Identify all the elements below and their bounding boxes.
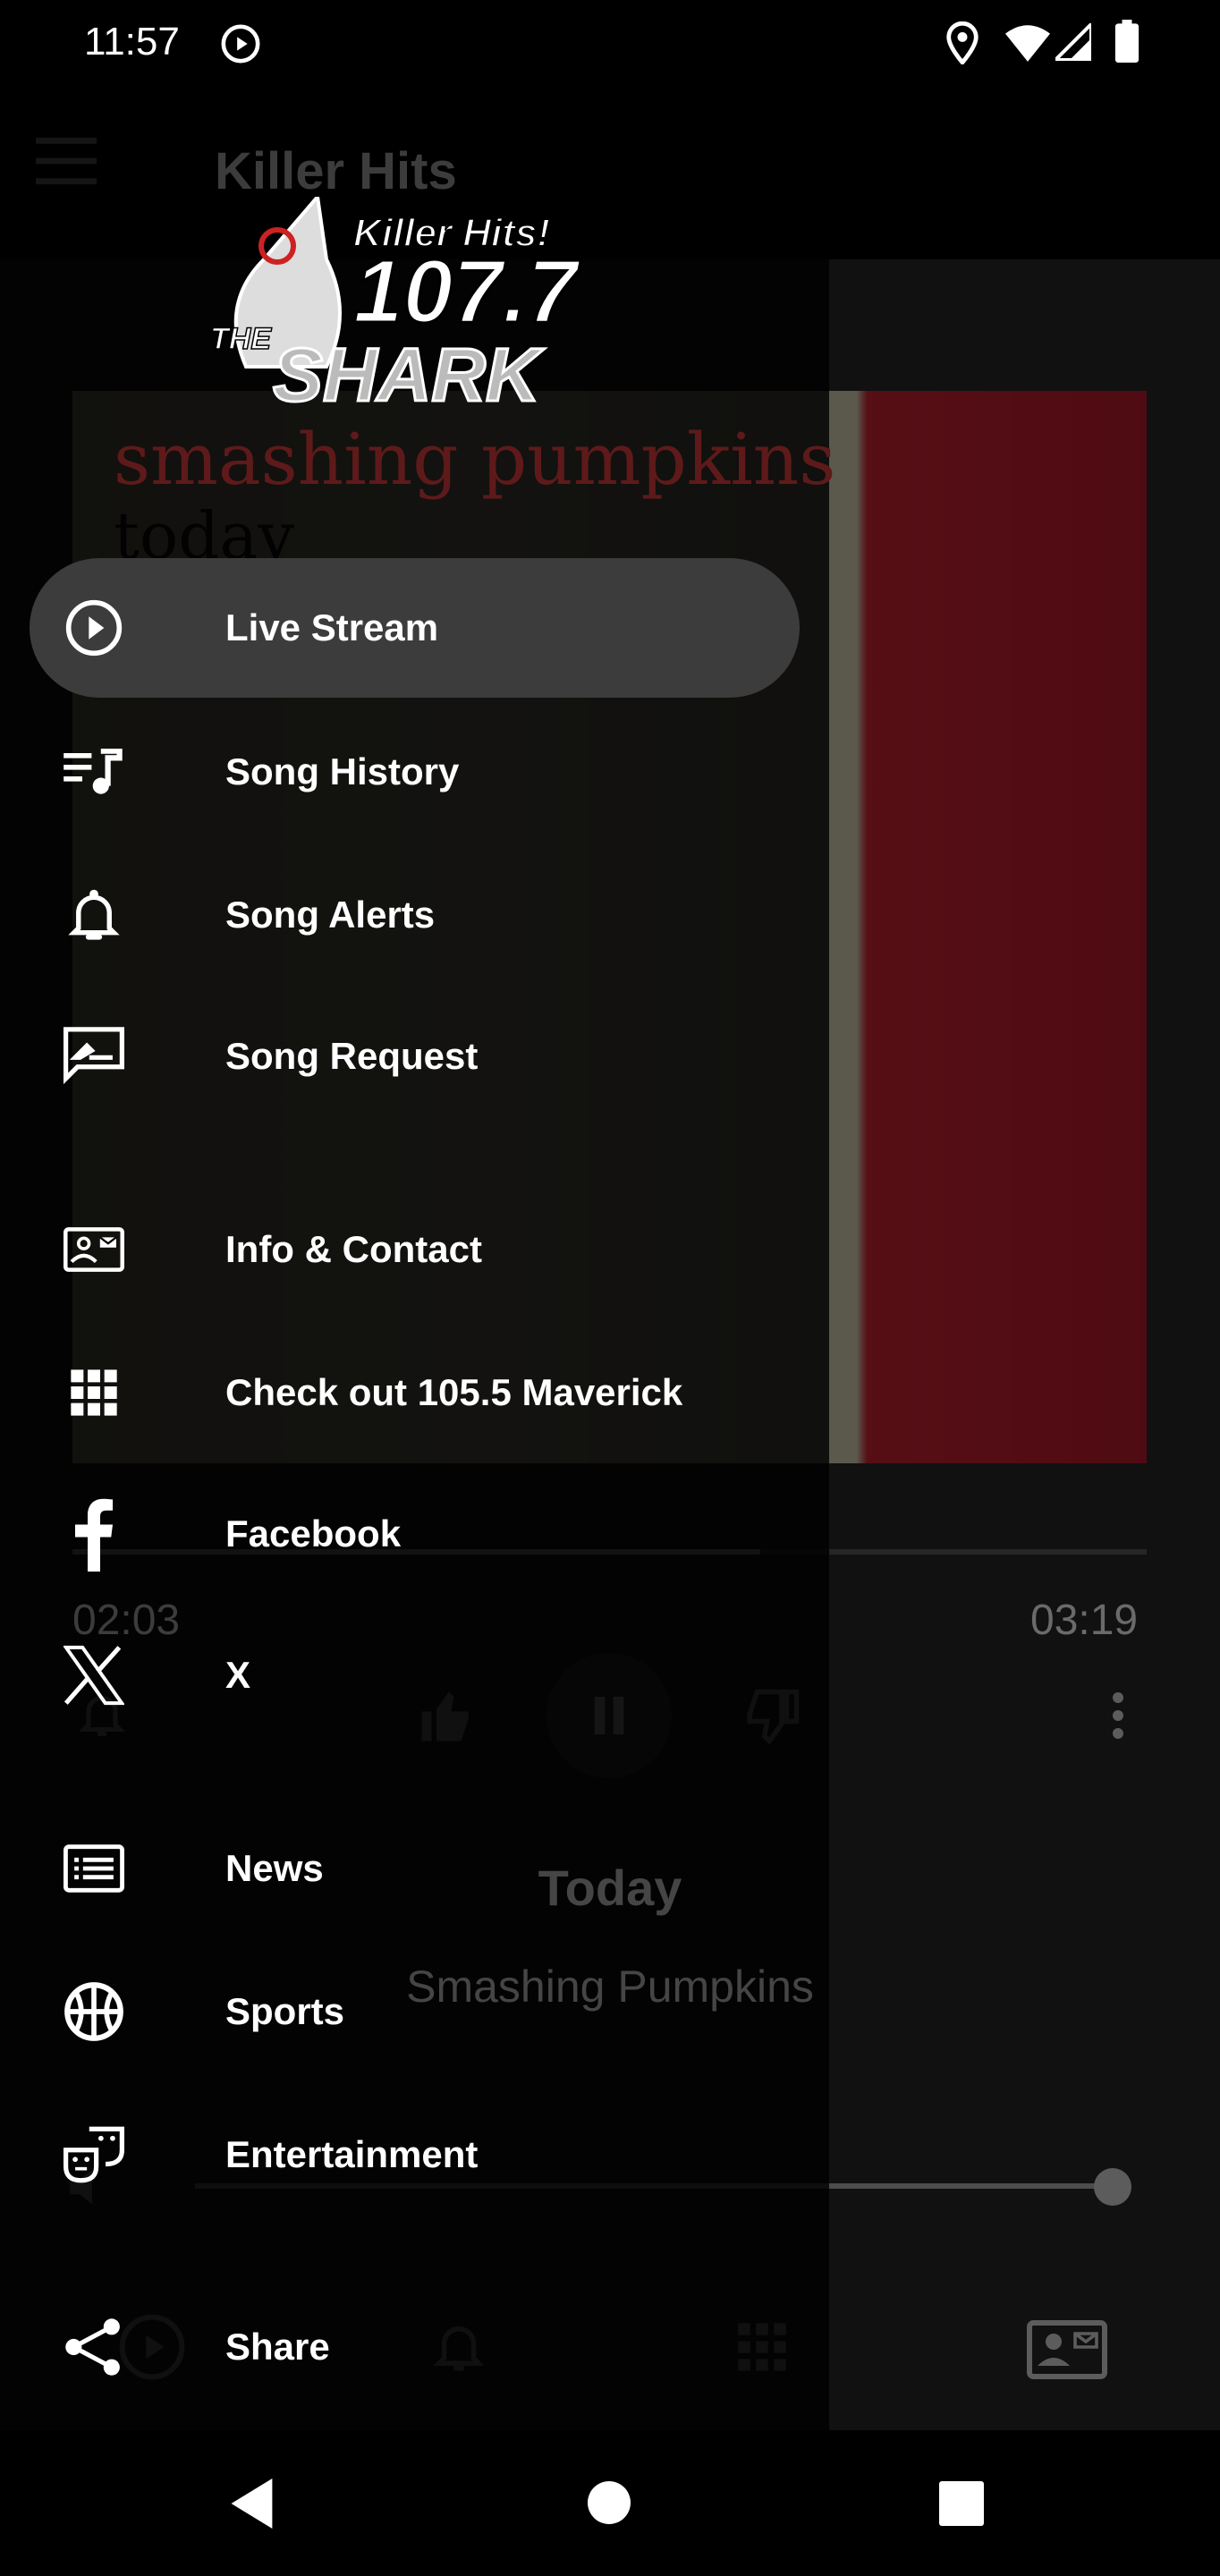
rate-review-icon xyxy=(64,1026,124,1087)
battery-icon xyxy=(1114,20,1140,63)
contact-mail-icon xyxy=(64,1219,124,1280)
home-icon[interactable] xyxy=(588,2481,631,2524)
drawer-item-x[interactable]: X xyxy=(30,1606,800,1745)
theater-masks-icon xyxy=(64,2124,124,2185)
drawer-item-label: X xyxy=(225,1654,251,1696)
drawer-item-label: News xyxy=(225,1847,324,1889)
recents-icon[interactable] xyxy=(939,2481,984,2526)
drawer-item-news[interactable]: News xyxy=(30,1799,800,1938)
drawer-item-entertainment[interactable]: Entertainment xyxy=(30,2085,800,2224)
x-logo-icon xyxy=(64,1645,124,1706)
wifi-icon xyxy=(1005,25,1050,62)
drawer-item-label: Check out 105.5 Maverick xyxy=(225,1371,683,1413)
apps-grid-icon xyxy=(64,1362,124,1423)
drawer-item-facebook[interactable]: Facebook xyxy=(30,1464,800,1604)
svg-text:THE: THE xyxy=(210,322,272,356)
facebook-icon xyxy=(64,1498,124,1572)
back-icon[interactable] xyxy=(231,2479,277,2529)
drawer-item-label: Entertainment xyxy=(225,2133,479,2175)
share-icon xyxy=(64,2317,124,2377)
signal-icon xyxy=(1055,23,1091,61)
svg-text:107.7: 107.7 xyxy=(353,242,581,342)
media-play-icon xyxy=(221,24,260,64)
playlist-music-icon xyxy=(64,741,124,802)
drawer-item-live-stream[interactable]: Live Stream xyxy=(30,558,800,698)
drawer-item-label: Song History xyxy=(225,750,460,792)
drawer-item-info-contact[interactable]: Info & Contact xyxy=(30,1180,800,1319)
drawer-item-label: Info & Contact xyxy=(225,1228,482,1270)
location-icon xyxy=(946,21,979,64)
drawer-item-song-history[interactable]: Song History xyxy=(30,702,800,842)
drawer-item-maverick[interactable]: Check out 105.5 Maverick xyxy=(30,1323,800,1462)
drawer-item-label: Song Request xyxy=(225,1035,479,1077)
drawer-item-sports[interactable]: Sports xyxy=(30,1942,800,2081)
bell-icon xyxy=(64,885,124,945)
svg-text:SHARK: SHARK xyxy=(273,333,545,407)
status-time: 11:57 xyxy=(84,20,180,64)
drawer-item-song-alerts[interactable]: Song Alerts xyxy=(30,845,800,985)
drawer-item-song-request[interactable]: Song Request xyxy=(30,987,800,1126)
basketball-icon xyxy=(64,1981,124,2042)
status-bar: 11:57 xyxy=(0,0,1220,89)
navigation-drawer: Killer Hits! 107.7 THE SHARK Live Stream… xyxy=(0,89,829,2430)
drawer-item-share[interactable]: Share xyxy=(30,2277,800,2417)
play-circle-icon xyxy=(64,597,124,658)
system-nav-bar xyxy=(0,2430,1220,2576)
drawer-item-label: Facebook xyxy=(225,1513,402,1555)
station-logo: Killer Hits! 107.7 THE SHARK xyxy=(210,197,582,407)
drawer-item-label: Live Stream xyxy=(225,606,439,648)
news-icon xyxy=(64,1838,124,1899)
drawer-item-label: Song Alerts xyxy=(225,894,436,936)
drawer-item-label: Share xyxy=(225,2326,330,2368)
drawer-item-label: Sports xyxy=(225,1990,345,2032)
